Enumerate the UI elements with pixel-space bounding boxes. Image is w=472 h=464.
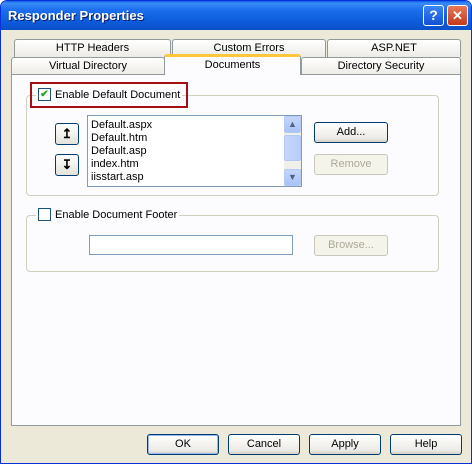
tab-label: Documents (204, 59, 261, 71)
close-icon: ✕ (452, 8, 463, 23)
help-button-label: Help (414, 438, 438, 450)
arrow-down-icon: ↧ (61, 157, 73, 172)
arrow-up-icon: ↥ (61, 126, 73, 141)
tab-label: ASP.NET (371, 42, 417, 54)
move-up-button[interactable]: ↥ (55, 123, 79, 145)
apply-button-label: Apply (331, 438, 359, 450)
list-item[interactable]: index.htm (91, 158, 139, 171)
window-title: Responder Properties (8, 8, 144, 23)
list-scrollbar[interactable]: ▲ ▼ (284, 116, 301, 186)
chevron-up-icon: ▲ (288, 119, 297, 129)
chevron-down-icon: ▼ (288, 172, 297, 182)
tab-aspnet[interactable]: ASP.NET (327, 39, 461, 57)
tab-label: HTTP Headers (55, 42, 130, 54)
list-item[interactable]: Default.asp (91, 145, 147, 158)
add-button-label: Add... (336, 126, 366, 138)
enable-document-footer-checkbox[interactable]: Enable Document Footer (36, 208, 180, 221)
tab-http-headers[interactable]: HTTP Headers (14, 39, 171, 57)
cancel-button-label: Cancel (246, 438, 282, 450)
help-button[interactable]: Help (390, 434, 462, 455)
remove-button[interactable]: Remove (314, 154, 388, 175)
tab-label: Custom Errors (213, 42, 285, 54)
help-icon: ? (429, 7, 438, 23)
help-title-button[interactable]: ? (423, 5, 444, 26)
move-down-button[interactable]: ↧ (55, 154, 79, 176)
enable-document-footer-label: Enable Document Footer (55, 208, 178, 221)
scroll-thumb[interactable] (284, 135, 301, 161)
apply-button[interactable]: Apply (309, 434, 381, 455)
ok-button-label: OK (175, 438, 191, 450)
default-documents-list[interactable]: Default.aspx Default.htm Default.asp ind… (87, 115, 302, 187)
close-title-button[interactable]: ✕ (447, 5, 468, 26)
scroll-up-button[interactable]: ▲ (284, 116, 301, 133)
list-item[interactable]: Default.aspx (91, 119, 152, 132)
browse-button-label: Browse... (328, 239, 374, 251)
list-item[interactable]: iisstart.asp (91, 171, 144, 184)
enable-default-document-checkbox[interactable]: ✔ Enable Default Document (36, 88, 183, 101)
enable-default-document-label: Enable Default Document (55, 88, 181, 101)
cancel-button[interactable]: Cancel (228, 434, 300, 455)
title-bar[interactable]: Responder Properties ? ✕ (1, 1, 471, 30)
ok-button[interactable]: OK (147, 434, 219, 455)
add-button[interactable]: Add... (314, 122, 388, 143)
tab-documents[interactable]: Documents (164, 54, 301, 75)
tab-directory-security[interactable]: Directory Security (301, 57, 461, 75)
properties-dialog: Responder Properties ? ✕ HTTP Headers Cu… (0, 0, 472, 464)
documents-panel: ✔ Enable Default Document ↥ ↧ Default.as… (11, 74, 461, 426)
tab-virtual-directory[interactable]: Virtual Directory (11, 57, 165, 75)
browse-button[interactable]: Browse... (314, 235, 388, 256)
tab-label: Virtual Directory (48, 60, 128, 72)
list-item[interactable]: Default.htm (91, 132, 147, 145)
checkbox-box[interactable]: ✔ (38, 88, 51, 101)
footer-path-field[interactable] (89, 235, 293, 255)
checkmark-icon: ✔ (40, 89, 49, 100)
scroll-down-button[interactable]: ▼ (284, 169, 301, 186)
remove-button-label: Remove (330, 158, 372, 170)
checkbox-box[interactable] (38, 208, 51, 221)
tab-label: Directory Security (337, 60, 425, 72)
